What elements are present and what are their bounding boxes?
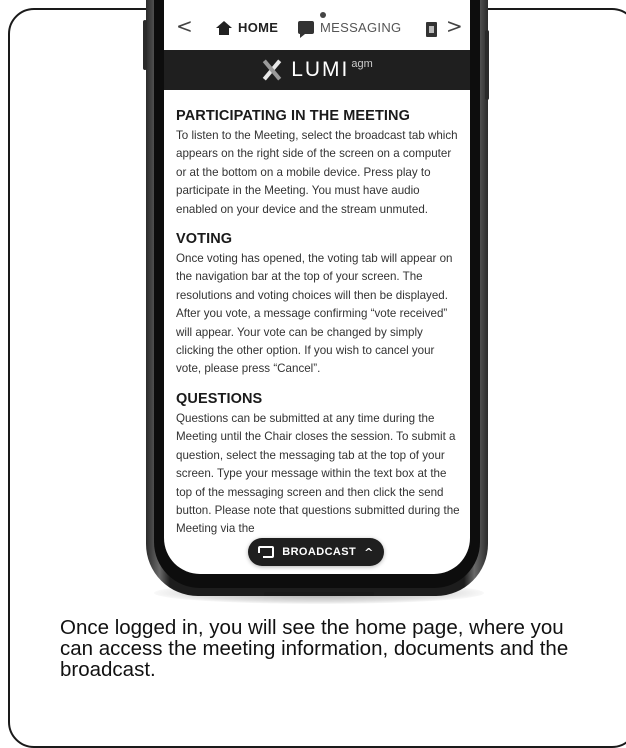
brand-suffix: agm [351, 58, 373, 70]
tab-messaging[interactable]: MESSAGING [298, 20, 402, 38]
brand-bar: LUMI agm [164, 50, 470, 90]
phone-mockup: < HOME MESSAGING > LUMI agm PARTICIPATIN… [143, 0, 489, 600]
phone-side-button [143, 20, 147, 70]
section-body: Once voting has opened, the voting tab w… [176, 252, 453, 376]
caption-text: Once logged in, you will see the home pa… [60, 616, 569, 681]
nav-back-arrow[interactable]: < [176, 14, 193, 38]
tab-messaging-label: MESSAGING [320, 20, 402, 35]
message-icon [298, 21, 314, 38]
chevron-up-icon: ^ [364, 545, 374, 559]
section-title: VOTING [176, 231, 233, 248]
broadcast-button[interactable]: BROADCAST ^ [248, 538, 384, 566]
meeting-info-content: PARTICIPATING IN THE MEETING To listen t… [176, 96, 462, 539]
section-body: To listen to the Meeting, select the bro… [176, 129, 458, 216]
home-icon [216, 20, 232, 35]
brand-name: LUMI [291, 58, 350, 81]
home-indicator [264, 592, 374, 596]
phone-screen: < HOME MESSAGING > LUMI agm PARTICIPATIN… [164, 0, 470, 574]
notification-dot [320, 12, 326, 18]
section-questions: QUESTIONS Questions can be submitted at … [176, 391, 462, 539]
tab-home-label: HOME [238, 20, 279, 35]
section-body: Questions can be submitted at any time d… [176, 411, 460, 536]
cast-icon [257, 546, 275, 559]
section-title: QUESTIONS [176, 390, 263, 407]
nav-forward-arrow[interactable]: > [446, 14, 463, 38]
broadcast-label: BROADCAST [282, 546, 357, 558]
top-nav: < HOME MESSAGING > [164, 8, 470, 50]
tab-home[interactable]: HOME [216, 20, 278, 35]
section-title: PARTICIPATING IN THE MEETING [176, 108, 410, 124]
phone-power-button [485, 30, 489, 100]
document-icon[interactable] [426, 22, 437, 37]
lumi-logo-icon [261, 59, 283, 81]
section-participating: PARTICIPATING IN THE MEETING To listen t… [176, 108, 462, 219]
section-voting: VOTING Once voting has opened, the votin… [176, 231, 462, 379]
